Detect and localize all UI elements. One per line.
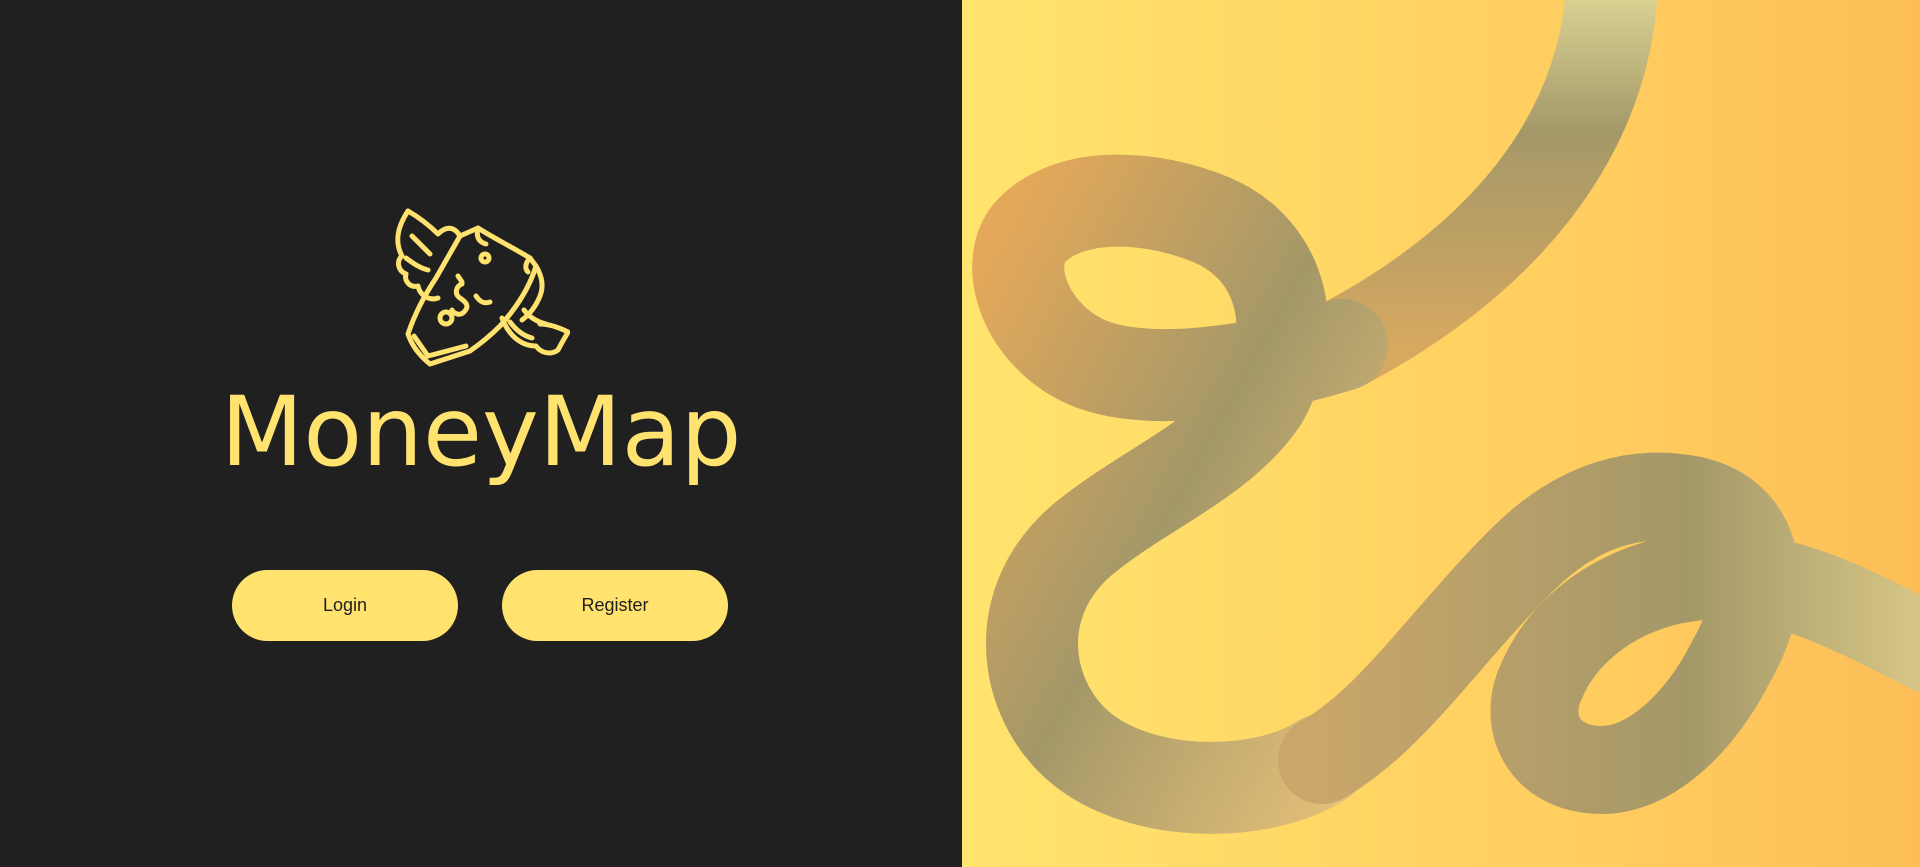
hero-illustration-panel bbox=[962, 0, 1920, 867]
branding-panel: MoneyMap Login Register bbox=[0, 0, 962, 867]
flying-money-icon bbox=[395, 208, 570, 367]
brand-title: MoneyMap bbox=[220, 376, 742, 488]
landing-page: MoneyMap Login Register bbox=[0, 0, 1920, 867]
abstract-ribbon-graphic bbox=[972, 0, 1920, 834]
register-button[interactable]: Register bbox=[502, 570, 728, 641]
login-button[interactable]: Login bbox=[232, 570, 458, 641]
